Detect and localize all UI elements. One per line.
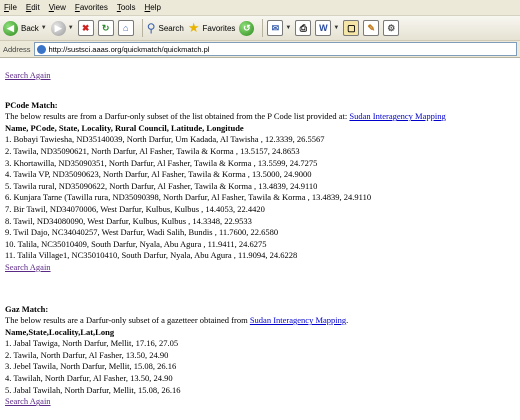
address-label: Address bbox=[3, 44, 31, 54]
history-button[interactable]: ↺ bbox=[239, 18, 255, 38]
list-item: 2. Tawila, North Darfur, Al Fasher, 13.5… bbox=[5, 349, 169, 360]
toolbar-separator bbox=[262, 19, 264, 37]
list-item: 5. Jabal Tawilah, North Darfur, Mellit, … bbox=[5, 384, 181, 395]
page-icon bbox=[36, 44, 46, 54]
search-again-link[interactable]: Search Again bbox=[5, 262, 51, 272]
stop-icon: ✖ bbox=[77, 20, 94, 36]
print-button[interactable]: ⎙ bbox=[295, 18, 312, 38]
messenger-button[interactable]: ✎ bbox=[363, 18, 380, 38]
address-input[interactable]: http://sustsci.aaas.org/quickmatch/quick… bbox=[33, 42, 517, 56]
list-item: 10. Talila, NC35010409, South Darfur, Ny… bbox=[5, 238, 267, 249]
research-icon: ✎ bbox=[363, 20, 380, 36]
list-item: 6. Kunjara Tarne (Tawilla rura, ND350903… bbox=[5, 192, 372, 203]
tools-icon: ⚙ bbox=[383, 20, 400, 36]
list-item: 9. Twil Dajo, NC34040257, West Darfur, W… bbox=[5, 227, 279, 238]
list-item: 1. Jabal Tawiga, North Darfur, Mellit, 1… bbox=[5, 338, 179, 349]
gaz-intro: The below results are a Darfur-only subs… bbox=[5, 315, 349, 326]
sudan-mapping-link[interactable]: Sudan Interagency Mapping bbox=[250, 315, 346, 325]
list-item: 5. Tawila rural, ND35090622, North Darfu… bbox=[5, 180, 318, 191]
menu-edit[interactable]: Edit bbox=[26, 3, 40, 12]
search-again-link[interactable]: Search Again bbox=[5, 70, 51, 80]
menu-favorites[interactable]: Favorites bbox=[75, 3, 108, 12]
sudan-mapping-link[interactable]: Sudan Interagency Mapping bbox=[349, 111, 445, 121]
tools-button[interactable]: ⚙ bbox=[383, 18, 400, 38]
browser-window: File Edit View Favorites Tools Help ◀ Ba… bbox=[0, 0, 520, 420]
list-item: 4. Tawila VP, ND35090623, North Darfur, … bbox=[5, 169, 312, 180]
discuss-icon: ▢ bbox=[343, 20, 360, 36]
favorites-button[interactable]: ★ Favorites bbox=[188, 18, 236, 38]
toolbar-separator bbox=[141, 19, 143, 37]
mail-button[interactable]: ✉ ▼ bbox=[267, 18, 291, 38]
home-button[interactable]: ⌂ bbox=[117, 18, 134, 38]
discuss-button[interactable]: ▢ bbox=[343, 18, 360, 38]
back-arrow-icon: ◀ bbox=[3, 20, 18, 36]
forward-button[interactable]: ▶ ▼ bbox=[50, 18, 74, 38]
menu-help[interactable]: Help bbox=[145, 3, 161, 12]
history-icon: ↺ bbox=[239, 20, 255, 36]
list-item: 7. Bir Tawil, ND34070006, West Darfur, K… bbox=[5, 203, 265, 214]
chevron-down-icon: ▼ bbox=[40, 25, 47, 31]
refresh-button[interactable]: ↻ bbox=[97, 18, 114, 38]
list-item: 1. Bobayi Tawiesha, ND35140039, North Da… bbox=[5, 134, 325, 145]
chevron-down-icon: ▼ bbox=[333, 25, 340, 31]
gaz-heading: Gaz Match: bbox=[5, 303, 49, 314]
list-item: 11. Talila Village1, NC35010410, South D… bbox=[5, 250, 298, 261]
menu-tools[interactable]: Tools bbox=[117, 3, 136, 12]
menu-view[interactable]: View bbox=[49, 3, 66, 12]
list-item: 8. Tawil, ND34080090, West Darfur, Kulbu… bbox=[5, 215, 252, 226]
word-icon: W bbox=[315, 20, 332, 36]
search-icon: ⚲ bbox=[146, 21, 156, 35]
search-button[interactable]: ⚲ Search bbox=[147, 18, 184, 38]
printer-icon: ⎙ bbox=[295, 20, 312, 36]
mail-icon: ✉ bbox=[267, 20, 284, 36]
menu-bar: File Edit View Favorites Tools Help bbox=[0, 0, 520, 16]
list-item: 2. Tawila, ND35090621, North Darfur, Al … bbox=[5, 145, 300, 156]
chevron-down-icon: ▼ bbox=[67, 25, 74, 31]
edit-button[interactable]: W ▼ bbox=[315, 18, 339, 38]
search-again-link[interactable]: Search Again bbox=[5, 396, 51, 406]
gaz-list: 1. Jabal Tawiga, North Darfur, Mellit, 1… bbox=[5, 338, 515, 396]
refresh-icon: ↻ bbox=[97, 20, 114, 36]
address-url: http://sustsci.aaas.org/quickmatch/quick… bbox=[48, 44, 210, 54]
pcode-list: 1. Bobayi Tawiesha, ND35140039, North Da… bbox=[5, 134, 515, 262]
back-button[interactable]: ◀ Back ▼ bbox=[3, 18, 47, 38]
pcode-intro: The below results are from a Darfur-only… bbox=[5, 111, 446, 122]
pcode-columns: Name, PCode, State, Locality, Rural Coun… bbox=[5, 122, 244, 133]
pcode-heading: PCode Match: bbox=[5, 99, 58, 110]
gaz-columns: Name,State,Locality,Lat,Long bbox=[5, 326, 115, 337]
page-content: Search Again PCode Match: The below resu… bbox=[0, 57, 520, 420]
stop-button[interactable]: ✖ bbox=[77, 18, 94, 38]
chevron-down-icon: ▼ bbox=[285, 25, 292, 31]
star-icon: ★ bbox=[187, 20, 200, 35]
home-icon: ⌂ bbox=[117, 20, 134, 36]
list-item: 4. Tawilah, North Darfur, Al Fasher, 13.… bbox=[5, 373, 173, 384]
toolbar: ◀ Back ▼ ▶ ▼ ✖ ↻ ⌂ ⚲ Search ★ Favorites … bbox=[0, 16, 520, 41]
list-item: 3. Khortawilla, ND35090351, North Darfur… bbox=[5, 157, 318, 168]
menu-file[interactable]: File bbox=[4, 3, 17, 12]
forward-arrow-icon: ▶ bbox=[50, 20, 66, 36]
address-bar: Address http://sustsci.aaas.org/quickmat… bbox=[0, 41, 520, 58]
list-item: 3. Jebel Tawila, North Darfur, Mellit, 1… bbox=[5, 361, 177, 372]
